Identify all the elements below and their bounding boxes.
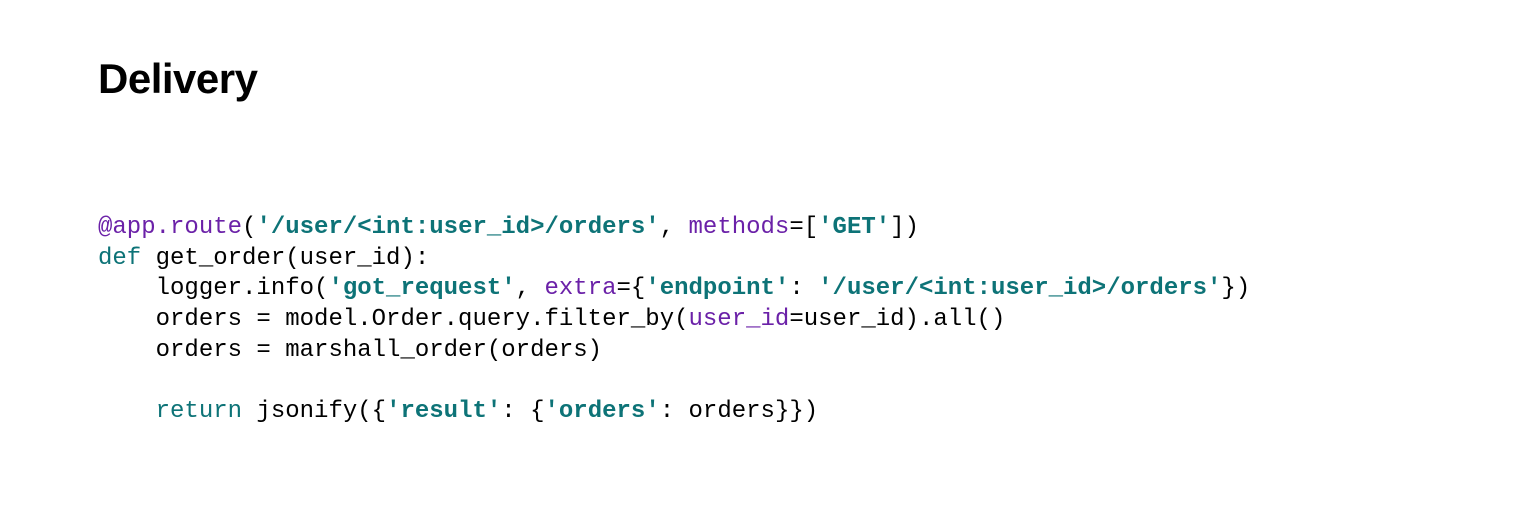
orders-query-end: =user_id).all() (789, 306, 1005, 333)
return-indent (98, 398, 156, 425)
func-signature: get_order(user_id): (141, 245, 429, 272)
logger-call-start: logger.info( (98, 275, 328, 302)
methods-kwarg: methods (689, 214, 790, 241)
orders-key: 'orders' (545, 398, 660, 425)
result-key: 'result' (386, 398, 501, 425)
slide-title: Delivery (98, 55, 1536, 103)
code-block: @app.route('/user/<int:user_id>/orders',… (98, 213, 1536, 428)
equals-brace: ={ (617, 275, 646, 302)
colon: : (789, 275, 818, 302)
return-keyword: return (156, 398, 242, 425)
userid-kwarg: user_id (689, 306, 790, 333)
get-string: 'GET' (818, 214, 890, 241)
route-string: '/user/<int:user_id>/orders' (256, 214, 659, 241)
orders-query-start: orders = model.Order.query.filter_by( (98, 306, 689, 333)
paren: ( (242, 214, 256, 241)
close: ]) (890, 214, 919, 241)
got-request-string: 'got_request' (328, 275, 515, 302)
close-brace-paren: }) (1221, 275, 1250, 302)
colon-brace: : { (501, 398, 544, 425)
endpoint-key: 'endpoint' (645, 275, 789, 302)
jsonify-end: : orders}}) (660, 398, 818, 425)
extra-kwarg: extra (544, 275, 616, 302)
marshall-line: orders = marshall_order(orders) (98, 337, 602, 364)
def-keyword: def (98, 245, 141, 272)
comma: , (660, 214, 689, 241)
endpoint-value: '/user/<int:user_id>/orders' (818, 275, 1221, 302)
decorator: @app.route (98, 214, 242, 241)
comma: , (516, 275, 545, 302)
equals: =[ (789, 214, 818, 241)
jsonify-start: jsonify({ (242, 398, 386, 425)
